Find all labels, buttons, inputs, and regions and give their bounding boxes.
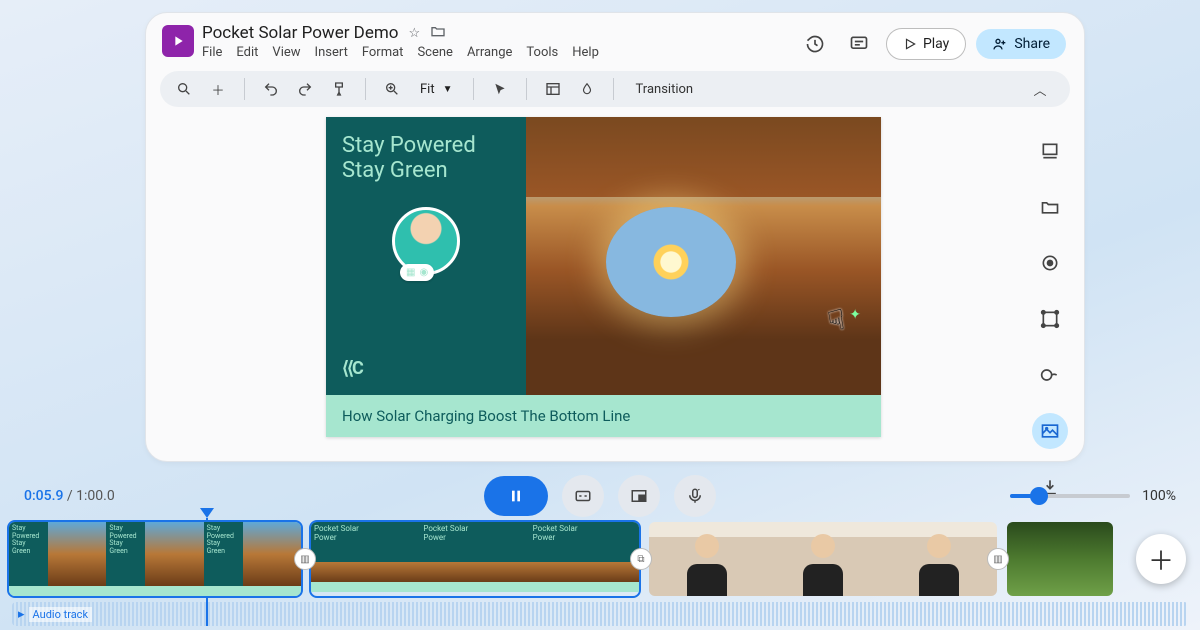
canvas-area: Stay Powered Stay Green ▦ ◉ ⟨⟨C ☟ ✦ [146, 107, 1084, 437]
menu-edit[interactable]: Edit [236, 45, 258, 60]
time-display: 0:05.9 / 1:00.0 [24, 488, 115, 504]
audio-track[interactable]: ▸ Audio track [12, 602, 1188, 626]
history-icon[interactable] [798, 27, 832, 61]
right-rail [1032, 133, 1068, 505]
slide-left-panel: Stay Powered Stay Green ▦ ◉ ⟨⟨C [326, 117, 526, 395]
menu-scene[interactable]: Scene [417, 45, 453, 60]
cursor-hand-icon: ☟ [825, 303, 848, 338]
zoom-slider[interactable] [1010, 494, 1130, 498]
menu-bar: File Edit View Insert Format Scene Arran… [202, 45, 798, 60]
transition-handle-1[interactable]: ▥ [294, 548, 316, 570]
clip-1[interactable]: Stay Powered Stay Green Stay Powered Sta… [7, 520, 303, 598]
menu-insert[interactable]: Insert [315, 45, 348, 60]
chevron-down-icon: ▼ [443, 84, 453, 95]
audio-expand-icon[interactable]: ▸ [18, 607, 25, 622]
app-window: Pocket Solar Power Demo ☆ File Edit View… [145, 12, 1085, 462]
rail-effects-icon[interactable] [1032, 357, 1068, 393]
share-label: Share [1014, 36, 1050, 52]
timeline: 0:05.9 / 1:00.0 100% Stay Powered Stay G… [0, 480, 1200, 630]
collapse-toolbar-icon[interactable]: ︿ [1028, 77, 1052, 101]
app-icon [162, 25, 194, 57]
rail-shapes-icon[interactable] [1032, 301, 1068, 337]
document-title[interactable]: Pocket Solar Power Demo [202, 23, 398, 43]
zoom-slider-thumb[interactable] [1030, 487, 1048, 505]
clip-4[interactable]: ＋ [1005, 520, 1115, 598]
captions-button[interactable] [562, 475, 604, 517]
transition-button[interactable]: Transition [628, 82, 702, 97]
comments-icon[interactable] [842, 27, 876, 61]
menu-file[interactable]: File [202, 45, 222, 60]
menu-tools[interactable]: Tools [526, 45, 558, 60]
play-label: Play [923, 36, 949, 52]
transition-handle-2[interactable]: ⧉ [630, 548, 652, 570]
transition-handle-3[interactable]: ▥ [987, 548, 1009, 570]
pip-button[interactable] [618, 475, 660, 517]
timeline-controls-row: 0:05.9 / 1:00.0 100% [0, 480, 1200, 512]
rail-folder-icon[interactable] [1032, 189, 1068, 225]
undo-icon[interactable] [259, 77, 283, 101]
sparkle-icon: ✦ [849, 307, 861, 323]
zoom-icon[interactable] [380, 77, 404, 101]
header: Pocket Solar Power Demo ☆ File Edit View… [146, 13, 1084, 65]
drop-icon[interactable] [575, 77, 599, 101]
slide-caption: How Solar Charging Boost The Bottom Line [326, 395, 881, 437]
time-current: 0:05.9 [24, 488, 63, 504]
brand-logo: ⟨⟨C [342, 358, 510, 379]
star-icon[interactable]: ☆ [408, 26, 420, 41]
pause-button[interactable] [484, 476, 548, 516]
camera-icon: ▦ [406, 267, 415, 278]
play-button[interactable]: Play [886, 28, 966, 60]
redo-icon[interactable] [293, 77, 317, 101]
clip-3[interactable] [647, 520, 999, 598]
mic-button[interactable] [674, 475, 716, 517]
slide-image: ☟ ✦ [526, 117, 881, 395]
slide-headline: Stay Powered Stay Green [342, 133, 510, 184]
zoom-value: 100% [1142, 488, 1176, 504]
title-block: Pocket Solar Power Demo ☆ File Edit View… [202, 23, 798, 60]
playback-controls [484, 475, 716, 517]
slide-preview[interactable]: Stay Powered Stay Green ▦ ◉ ⟨⟨C ☟ ✦ [326, 117, 881, 437]
toolbar: ＋ Fit ▼ Transition ︿ [160, 71, 1070, 107]
menu-format[interactable]: Format [362, 45, 404, 60]
header-actions: Play Share [798, 27, 1066, 61]
presenter-avatar[interactable]: ▦ ◉ [392, 207, 460, 275]
paint-icon[interactable] [327, 77, 351, 101]
search-icon[interactable] [172, 77, 196, 101]
zoom-fit-dropdown[interactable]: Fit ▼ [414, 82, 459, 97]
add-icon[interactable]: ＋ [206, 77, 230, 101]
record-icon: ◉ [419, 267, 428, 278]
fit-label: Fit [420, 82, 435, 97]
menu-help[interactable]: Help [572, 45, 599, 60]
menu-view[interactable]: View [272, 45, 300, 60]
zoom-control: 100% [1010, 488, 1176, 504]
pointer-icon[interactable] [488, 77, 512, 101]
template-icon[interactable] [541, 77, 565, 101]
clip-2[interactable]: Pocket Solar Power Pocket Solar Power Po… [309, 520, 641, 598]
rail-image-icon[interactable] [1032, 413, 1068, 449]
menu-arrange[interactable]: Arrange [467, 45, 512, 60]
rail-record-icon[interactable] [1032, 245, 1068, 281]
share-button[interactable]: Share [976, 29, 1066, 59]
video-track: Stay Powered Stay Green Stay Powered Sta… [0, 520, 1200, 598]
audio-label: Audio track [29, 607, 93, 622]
rail-templates-icon[interactable] [1032, 133, 1068, 169]
time-total: 1:00.0 [76, 488, 115, 504]
playhead-marker[interactable] [200, 508, 214, 518]
move-folder-icon[interactable] [430, 23, 446, 43]
